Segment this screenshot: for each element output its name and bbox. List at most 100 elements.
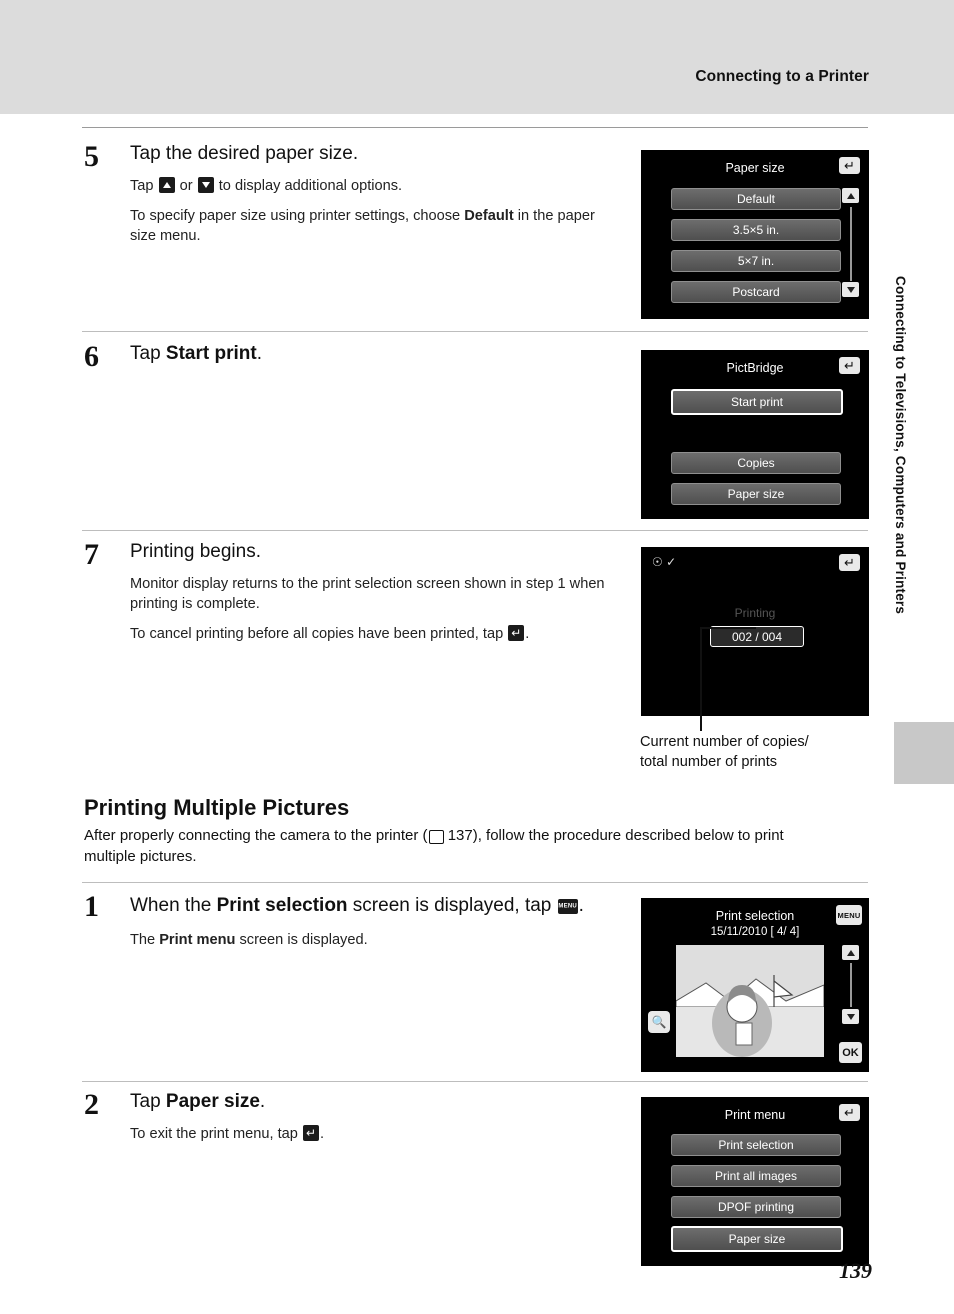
- page-header-band: [0, 0, 954, 114]
- section-heading: Printing Multiple Pictures: [84, 795, 350, 820]
- scroll-up-icon[interactable]: [842, 188, 859, 203]
- step-7-title: Printing begins.: [130, 541, 261, 562]
- print-menu-option-paper-size[interactable]: Paper size: [671, 1226, 843, 1252]
- printing-caption: Current number of copies/ total number o…: [640, 732, 920, 773]
- back-icon[interactable]: ↵: [839, 357, 860, 374]
- step-1-body: When the Print selection screen is displ…: [130, 892, 620, 960]
- back-icon[interactable]: ↵: [839, 157, 860, 174]
- step-2-number: 2: [84, 1088, 99, 1121]
- print-counter: 002 / 004: [710, 626, 804, 647]
- leader-vertical: [700, 627, 702, 731]
- print-menu-option-print-selection[interactable]: Print selection: [671, 1134, 841, 1156]
- step-5-p1-c: to display additional options.: [214, 177, 403, 194]
- screen-print-selection-title: Print selection: [715, 909, 795, 923]
- scrollbar-track[interactable]: [850, 207, 852, 281]
- screen-print-selection: Print selection MENU 15/11/2010 [ 4/ 4] …: [641, 898, 869, 1072]
- screen-paper-size-title: Paper size: [725, 161, 785, 175]
- step-1-p1-a: The: [130, 931, 160, 948]
- printing-caption-line-1: Current number of copies/: [640, 734, 809, 750]
- pictbridge-option-paper-size[interactable]: Paper size: [671, 483, 841, 505]
- step-2-paragraph-1: To exit the print menu, tap .: [130, 1124, 590, 1144]
- photo-thumbnail-illustration: [676, 945, 824, 1057]
- scrollbar-track[interactable]: [850, 963, 852, 1007]
- leader-horizontal: [700, 627, 756, 629]
- paper-size-option-5x7[interactable]: 5×7 in.: [671, 250, 841, 272]
- step-5-p1-a: Tap: [130, 177, 158, 194]
- screen-printing: ↵ ☉ ✓ Printing 002 / 004: [641, 547, 869, 716]
- step-divider-4: [82, 1081, 868, 1082]
- step-5-number: 5: [84, 140, 99, 173]
- screen-print-menu-title: Print menu: [724, 1108, 786, 1122]
- step-7-paragraph-2: To cancel printing before all copies hav…: [130, 624, 630, 644]
- printing-caption-line-2: total number of prints: [640, 754, 778, 771]
- step-7-paragraph-1: Monitor display returns to the print sel…: [130, 575, 605, 612]
- step-2-p1-b: .: [319, 1125, 325, 1142]
- section-intro-ref: 137: [447, 827, 473, 844]
- side-chapter-tab: Connecting to Televisions, Computers and…: [886, 276, 910, 716]
- step-5-p1-b: or: [175, 177, 197, 194]
- page-header-title: Connecting to a Printer: [695, 68, 869, 85]
- step-5-p2-a: To specify paper size using printer sett…: [130, 207, 465, 224]
- screen-pictbridge: PictBridge ↵ Start print Copies Paper si…: [641, 350, 869, 519]
- step-1-title-bold: Print selection: [216, 895, 348, 916]
- screen-print-menu: Print menu ↵ Print selection Print all i…: [641, 1097, 869, 1266]
- pictbridge-option-start-print[interactable]: Start print: [671, 389, 843, 415]
- section-intro-paragraph: After properly connecting the camera to …: [84, 825, 814, 868]
- step-1-title-c: screen is displayed, tap: [347, 895, 557, 916]
- step-2-title: Tap Paper size.: [130, 1090, 590, 1114]
- step-7-p2-a: To cancel printing before all copies hav…: [130, 626, 508, 642]
- scroll-down-icon: [197, 176, 214, 193]
- scroll-up-icon: [158, 176, 175, 193]
- step-2-title-bold: Paper size: [165, 1091, 260, 1112]
- header-divider: [82, 127, 868, 128]
- printer-status-icons: ☉ ✓: [652, 555, 677, 569]
- step-5-paragraph-2: To specify paper size using printer sett…: [130, 206, 620, 246]
- back-icon: [508, 625, 525, 641]
- print-menu-option-dpof-printing[interactable]: DPOF printing: [671, 1196, 841, 1218]
- step-divider-1: [82, 331, 868, 332]
- photo-thumbnail[interactable]: [676, 945, 824, 1057]
- step-1-paragraph-1: The Print menu screen is displayed.: [130, 930, 620, 950]
- step-6-title-a: Tap: [130, 343, 166, 364]
- step-6-title-c: .: [256, 343, 262, 364]
- step-5-p2-bold: Default: [464, 207, 514, 224]
- paper-size-option-3_5x5[interactable]: 3.5×5 in.: [671, 219, 841, 241]
- step-1-title-a: When the: [130, 895, 217, 916]
- step-6-number: 6: [84, 340, 99, 373]
- section-intro-a: After properly connecting the camera to …: [84, 827, 428, 844]
- step-2-p1-a: To exit the print menu, tap: [130, 1125, 302, 1142]
- step-2-title-a: Tap: [130, 1091, 166, 1112]
- menu-icon[interactable]: MENU: [836, 905, 862, 925]
- step-1-p1-c: screen is displayed.: [235, 931, 368, 948]
- step-5-title: Tap the desired paper size.: [130, 143, 359, 164]
- page-number: 139: [839, 1258, 872, 1283]
- printing-status-label: Printing: [734, 606, 776, 620]
- screen-paper-size: Paper size ↵ Default 3.5×5 in. 5×7 in. P…: [641, 150, 869, 319]
- step-2-title-c: .: [259, 1091, 266, 1112]
- scroll-down-icon[interactable]: [842, 282, 859, 297]
- step-divider-3: [82, 882, 868, 883]
- step-5-body: Tap the desired paper size. Tap or to di…: [130, 142, 620, 256]
- side-chapter-tab-label: Connecting to Televisions, Computers and…: [893, 276, 908, 615]
- back-icon[interactable]: ↵: [839, 554, 860, 571]
- step-7-number: 7: [84, 538, 99, 571]
- ok-icon[interactable]: OK: [839, 1042, 862, 1063]
- step-2-body: Tap Paper size. To exit the print menu, …: [130, 1090, 590, 1154]
- step-divider-2: [82, 530, 868, 531]
- scroll-up-icon[interactable]: [842, 945, 859, 960]
- step-6-body: Tap Start print.: [130, 342, 590, 376]
- book-reference-icon: [428, 830, 444, 844]
- back-icon[interactable]: ↵: [839, 1104, 860, 1121]
- paper-size-option-postcard[interactable]: Postcard: [671, 281, 841, 303]
- step-7-p2-b: .: [525, 626, 530, 642]
- scroll-down-icon[interactable]: [842, 1009, 859, 1024]
- print-selection-counter: 4/ 4]: [776, 926, 800, 938]
- zoom-icon[interactable]: 🔍: [648, 1011, 670, 1033]
- menu-icon: [557, 899, 578, 914]
- paper-size-option-default[interactable]: Default: [671, 188, 841, 210]
- back-icon: [302, 1124, 319, 1141]
- step-1-title: When the Print selection screen is displ…: [130, 892, 620, 920]
- print-menu-option-print-all-images[interactable]: Print all images: [671, 1165, 841, 1187]
- pictbridge-option-copies[interactable]: Copies: [671, 452, 841, 474]
- step-1-title-d: .: [578, 895, 584, 916]
